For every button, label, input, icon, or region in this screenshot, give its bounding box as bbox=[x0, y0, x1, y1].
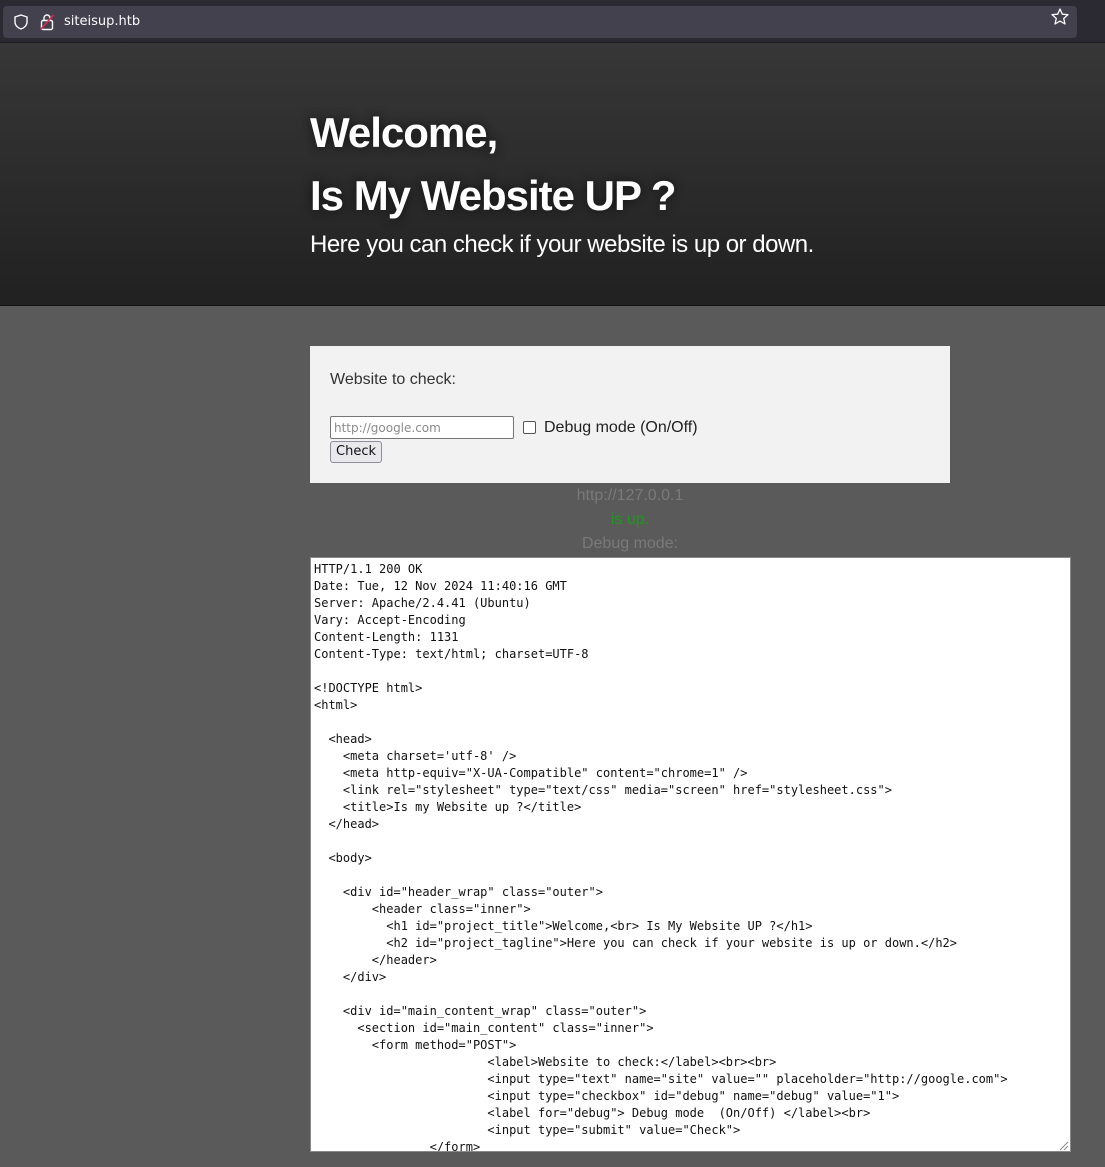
title-line-1: Welcome, bbox=[310, 109, 498, 156]
address-bar[interactable]: siteisup.htb bbox=[3, 6, 1077, 38]
debug-heading: Debug mode: bbox=[581, 535, 679, 552]
site-label: Website to check: bbox=[330, 371, 456, 388]
check-form: Website to check: Debug mode (On/Off) Ch… bbox=[310, 346, 950, 483]
result-status: is up. bbox=[610, 511, 650, 528]
debug-output-textarea[interactable]: HTTP/1.1 200 OK Date: Tue, 12 Nov 2024 1… bbox=[310, 557, 1071, 1152]
shield-icon[interactable] bbox=[13, 14, 29, 30]
site-input[interactable] bbox=[330, 416, 514, 439]
debug-output-text: HTTP/1.1 200 OK Date: Tue, 12 Nov 2024 1… bbox=[314, 562, 1008, 1152]
debug-label[interactable]: Debug mode (On/Off) bbox=[544, 419, 698, 437]
title-line-2: Is My Website UP ? bbox=[310, 172, 677, 219]
project-tagline: Here you can check if your website is up… bbox=[310, 231, 814, 258]
check-button[interactable]: Check bbox=[330, 441, 382, 463]
url-text[interactable]: siteisup.htb bbox=[64, 14, 140, 29]
resize-grip-icon[interactable] bbox=[1057, 1138, 1069, 1151]
insecure-lock-icon[interactable] bbox=[39, 13, 55, 31]
project-title: Welcome, Is My Website UP ? bbox=[310, 101, 677, 227]
result-url: http://127.0.0.1 bbox=[576, 487, 684, 504]
bookmark-star-icon[interactable] bbox=[1050, 7, 1070, 27]
debug-checkbox[interactable] bbox=[523, 421, 536, 434]
browser-toolbar: siteisup.htb bbox=[0, 0, 1105, 43]
header-wrap: Welcome, Is My Website UP ? Here you can… bbox=[0, 43, 1105, 306]
